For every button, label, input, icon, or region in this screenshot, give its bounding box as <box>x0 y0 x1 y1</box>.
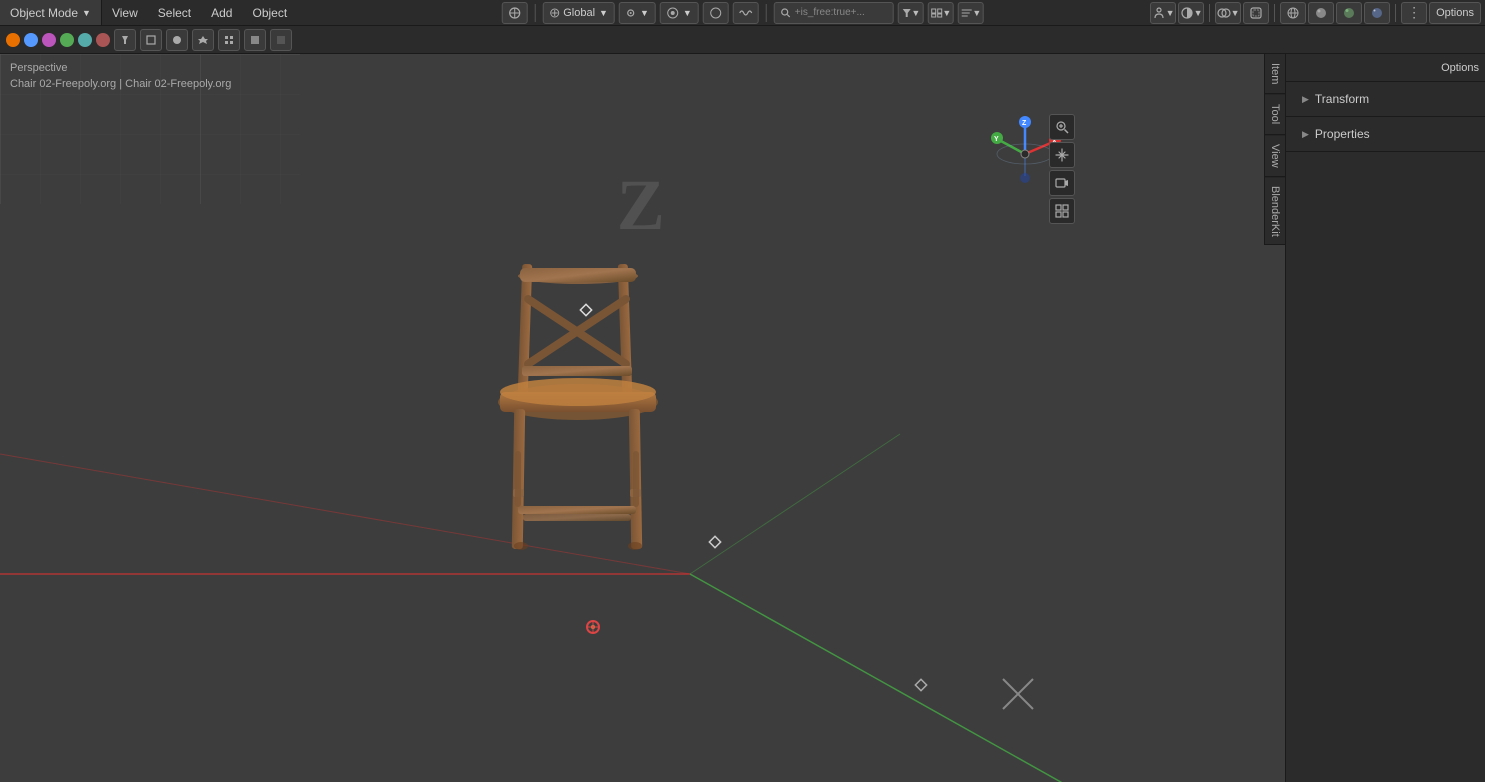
z-axis-label: Z <box>617 164 665 247</box>
tab-view[interactable]: View <box>1265 136 1285 177</box>
mid-axis-handle <box>708 535 722 552</box>
camera-viewport-btn[interactable] <box>1049 170 1075 196</box>
origin-handle <box>584 618 602 639</box>
object-menu[interactable]: Object <box>242 0 297 25</box>
properties-panel-item[interactable]: ▶ Properties <box>1296 123 1475 145</box>
filter-bar <box>0 26 1485 54</box>
pan-viewport-btn[interactable] <box>1049 142 1075 168</box>
filter-icon-5[interactable] <box>218 29 240 51</box>
viewport-shading-icon[interactable]: ▼ <box>1178 2 1204 24</box>
color-filter-purple[interactable] <box>42 33 56 47</box>
wave-icon[interactable] <box>733 2 759 24</box>
gizmo-icon[interactable] <box>501 2 527 24</box>
viewport[interactable]: Z Perspective Chair 02-Freepoly.org | Ch… <box>0 54 1285 782</box>
properties-label: Properties <box>1315 127 1370 141</box>
perspective-label: Perspective <box>10 62 67 74</box>
toggle-viewport-btn[interactable] <box>1049 198 1075 224</box>
proportional-edit-icon[interactable] <box>703 2 729 24</box>
color-filter-green[interactable] <box>60 33 74 47</box>
options-label: Options <box>1441 62 1479 74</box>
render-shading[interactable] <box>1364 2 1390 24</box>
mode-selector[interactable]: Object Mode ▼ <box>0 0 102 25</box>
filter-icon-4[interactable] <box>192 29 214 51</box>
material-shading[interactable] <box>1336 2 1362 24</box>
top-menu-bar: Object Mode ▼ View Select Add Object Glo… <box>0 0 1485 26</box>
svg-text:Y: Y <box>994 136 999 143</box>
filter-icon-7[interactable] <box>270 29 292 51</box>
svg-text:Z: Z <box>1022 120 1027 127</box>
top-bar-center: Global ▼ ▼ ▼ +is_free:true+... ▼ ▼ <box>501 2 984 24</box>
right-panel: Options ▶ Transform ▶ Properties <box>1285 54 1485 782</box>
solid-shading[interactable] <box>1308 2 1334 24</box>
transform-chevron: ▶ <box>1302 94 1309 105</box>
filter-dropdown[interactable]: ▼ <box>898 2 924 24</box>
tab-blenderkit[interactable]: BlenderKit <box>1265 178 1285 246</box>
object-label: Chair 02-Freepoly.org | Chair 02-Freepol… <box>10 78 231 90</box>
tab-item[interactable]: Item <box>1265 54 1285 94</box>
axis-lines <box>0 54 1285 782</box>
color-filter-orange[interactable] <box>6 33 20 47</box>
wireframe-shading[interactable] <box>1280 2 1306 24</box>
pivot-dropdown[interactable]: ▼ <box>619 2 656 24</box>
filter-icon-2[interactable] <box>140 29 162 51</box>
panel-section-properties: ▶ Properties <box>1286 117 1485 152</box>
options-dropdown[interactable]: Options <box>1429 2 1481 24</box>
mode-label: Object Mode <box>10 6 78 20</box>
add-menu[interactable]: Add <box>201 0 242 25</box>
panel-section-transform: ▶ Transform <box>1286 82 1485 117</box>
xray-icon[interactable] <box>1243 2 1269 24</box>
grid <box>0 54 300 204</box>
filter-icon-6[interactable] <box>244 29 266 51</box>
view-menu[interactable]: View <box>102 0 148 25</box>
pivot-top-handle <box>578 302 594 321</box>
far-axis-handle <box>914 678 928 695</box>
overlay-icon[interactable]: ▼ <box>1215 2 1241 24</box>
color-filter-blue[interactable] <box>24 33 38 47</box>
right-panel-header: Options <box>1286 54 1485 82</box>
zoom-viewport-btn[interactable] <box>1049 114 1075 140</box>
transform-label: Transform <box>1315 92 1369 106</box>
filter-icon-1[interactable] <box>114 29 136 51</box>
viewport-toolbar <box>1049 114 1075 224</box>
user-perspective-icon[interactable]: ▼ <box>1150 2 1176 24</box>
color-filter-red[interactable] <box>96 33 110 47</box>
select-menu[interactable]: Select <box>148 0 201 25</box>
sort-filter[interactable]: ▼ <box>958 2 984 24</box>
top-bar-right: ▼ ▼ ▼ ⋮ Options <box>1150 0 1485 25</box>
more-options-icon[interactable]: ⋮ <box>1401 2 1427 24</box>
side-tabs: Item Tool View BlenderKit <box>1264 54 1285 245</box>
transform-space-dropdown[interactable]: Global ▼ <box>542 2 615 24</box>
far-cross <box>998 674 1038 717</box>
tab-tool[interactable]: Tool <box>1265 95 1285 135</box>
color-filter-teal[interactable] <box>78 33 92 47</box>
filter-icon-3[interactable] <box>166 29 188 51</box>
properties-chevron: ▶ <box>1302 129 1309 140</box>
transform-panel-item[interactable]: ▶ Transform <box>1296 88 1475 110</box>
snap-dropdown[interactable]: ▼ <box>660 2 699 24</box>
search-bar[interactable]: +is_free:true+... <box>774 2 894 24</box>
view-toggle[interactable]: ▼ <box>928 2 954 24</box>
